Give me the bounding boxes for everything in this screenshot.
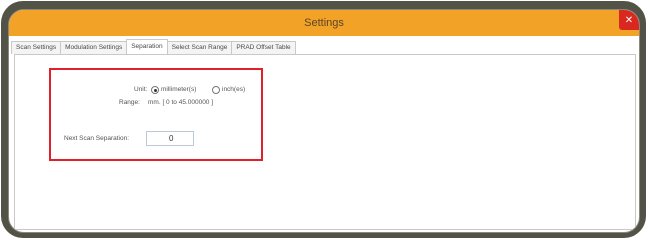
tab-bar: Scan Settings Modulation Settings Separa… [11,39,296,54]
unit-inch-radio[interactable] [212,86,220,94]
next-scan-separation-label: Next Scan Separation: [64,135,130,142]
unit-inch-label[interactable]: inch(es) [222,86,245,93]
close-button[interactable]: ✕ [619,10,639,30]
tab-scan-settings[interactable]: Scan Settings [11,41,62,54]
tab-separation[interactable]: Separation [126,39,168,54]
unit-label: Unit: [134,86,148,93]
unit-millimeter-label[interactable]: millimeter(s) [161,86,196,93]
close-icon: ✕ [624,14,634,26]
next-scan-separation-input[interactable]: 0 [146,131,194,146]
window-title: Settings [304,17,344,29]
tab-select-scan-range[interactable]: Select Scan Range [166,41,233,54]
title-bar: Settings ✕ [9,10,639,36]
unit-millimeter-radio[interactable] [151,86,159,94]
tab-modulation-settings[interactable]: Modulation Settings [60,41,128,54]
highlight-box [49,68,263,161]
range-value: mm. [ 0 to 45.000000 ] [148,99,214,106]
tab-prad-offset-table[interactable]: PRAD Offset Table [231,41,296,54]
range-label: Range: [119,99,140,106]
